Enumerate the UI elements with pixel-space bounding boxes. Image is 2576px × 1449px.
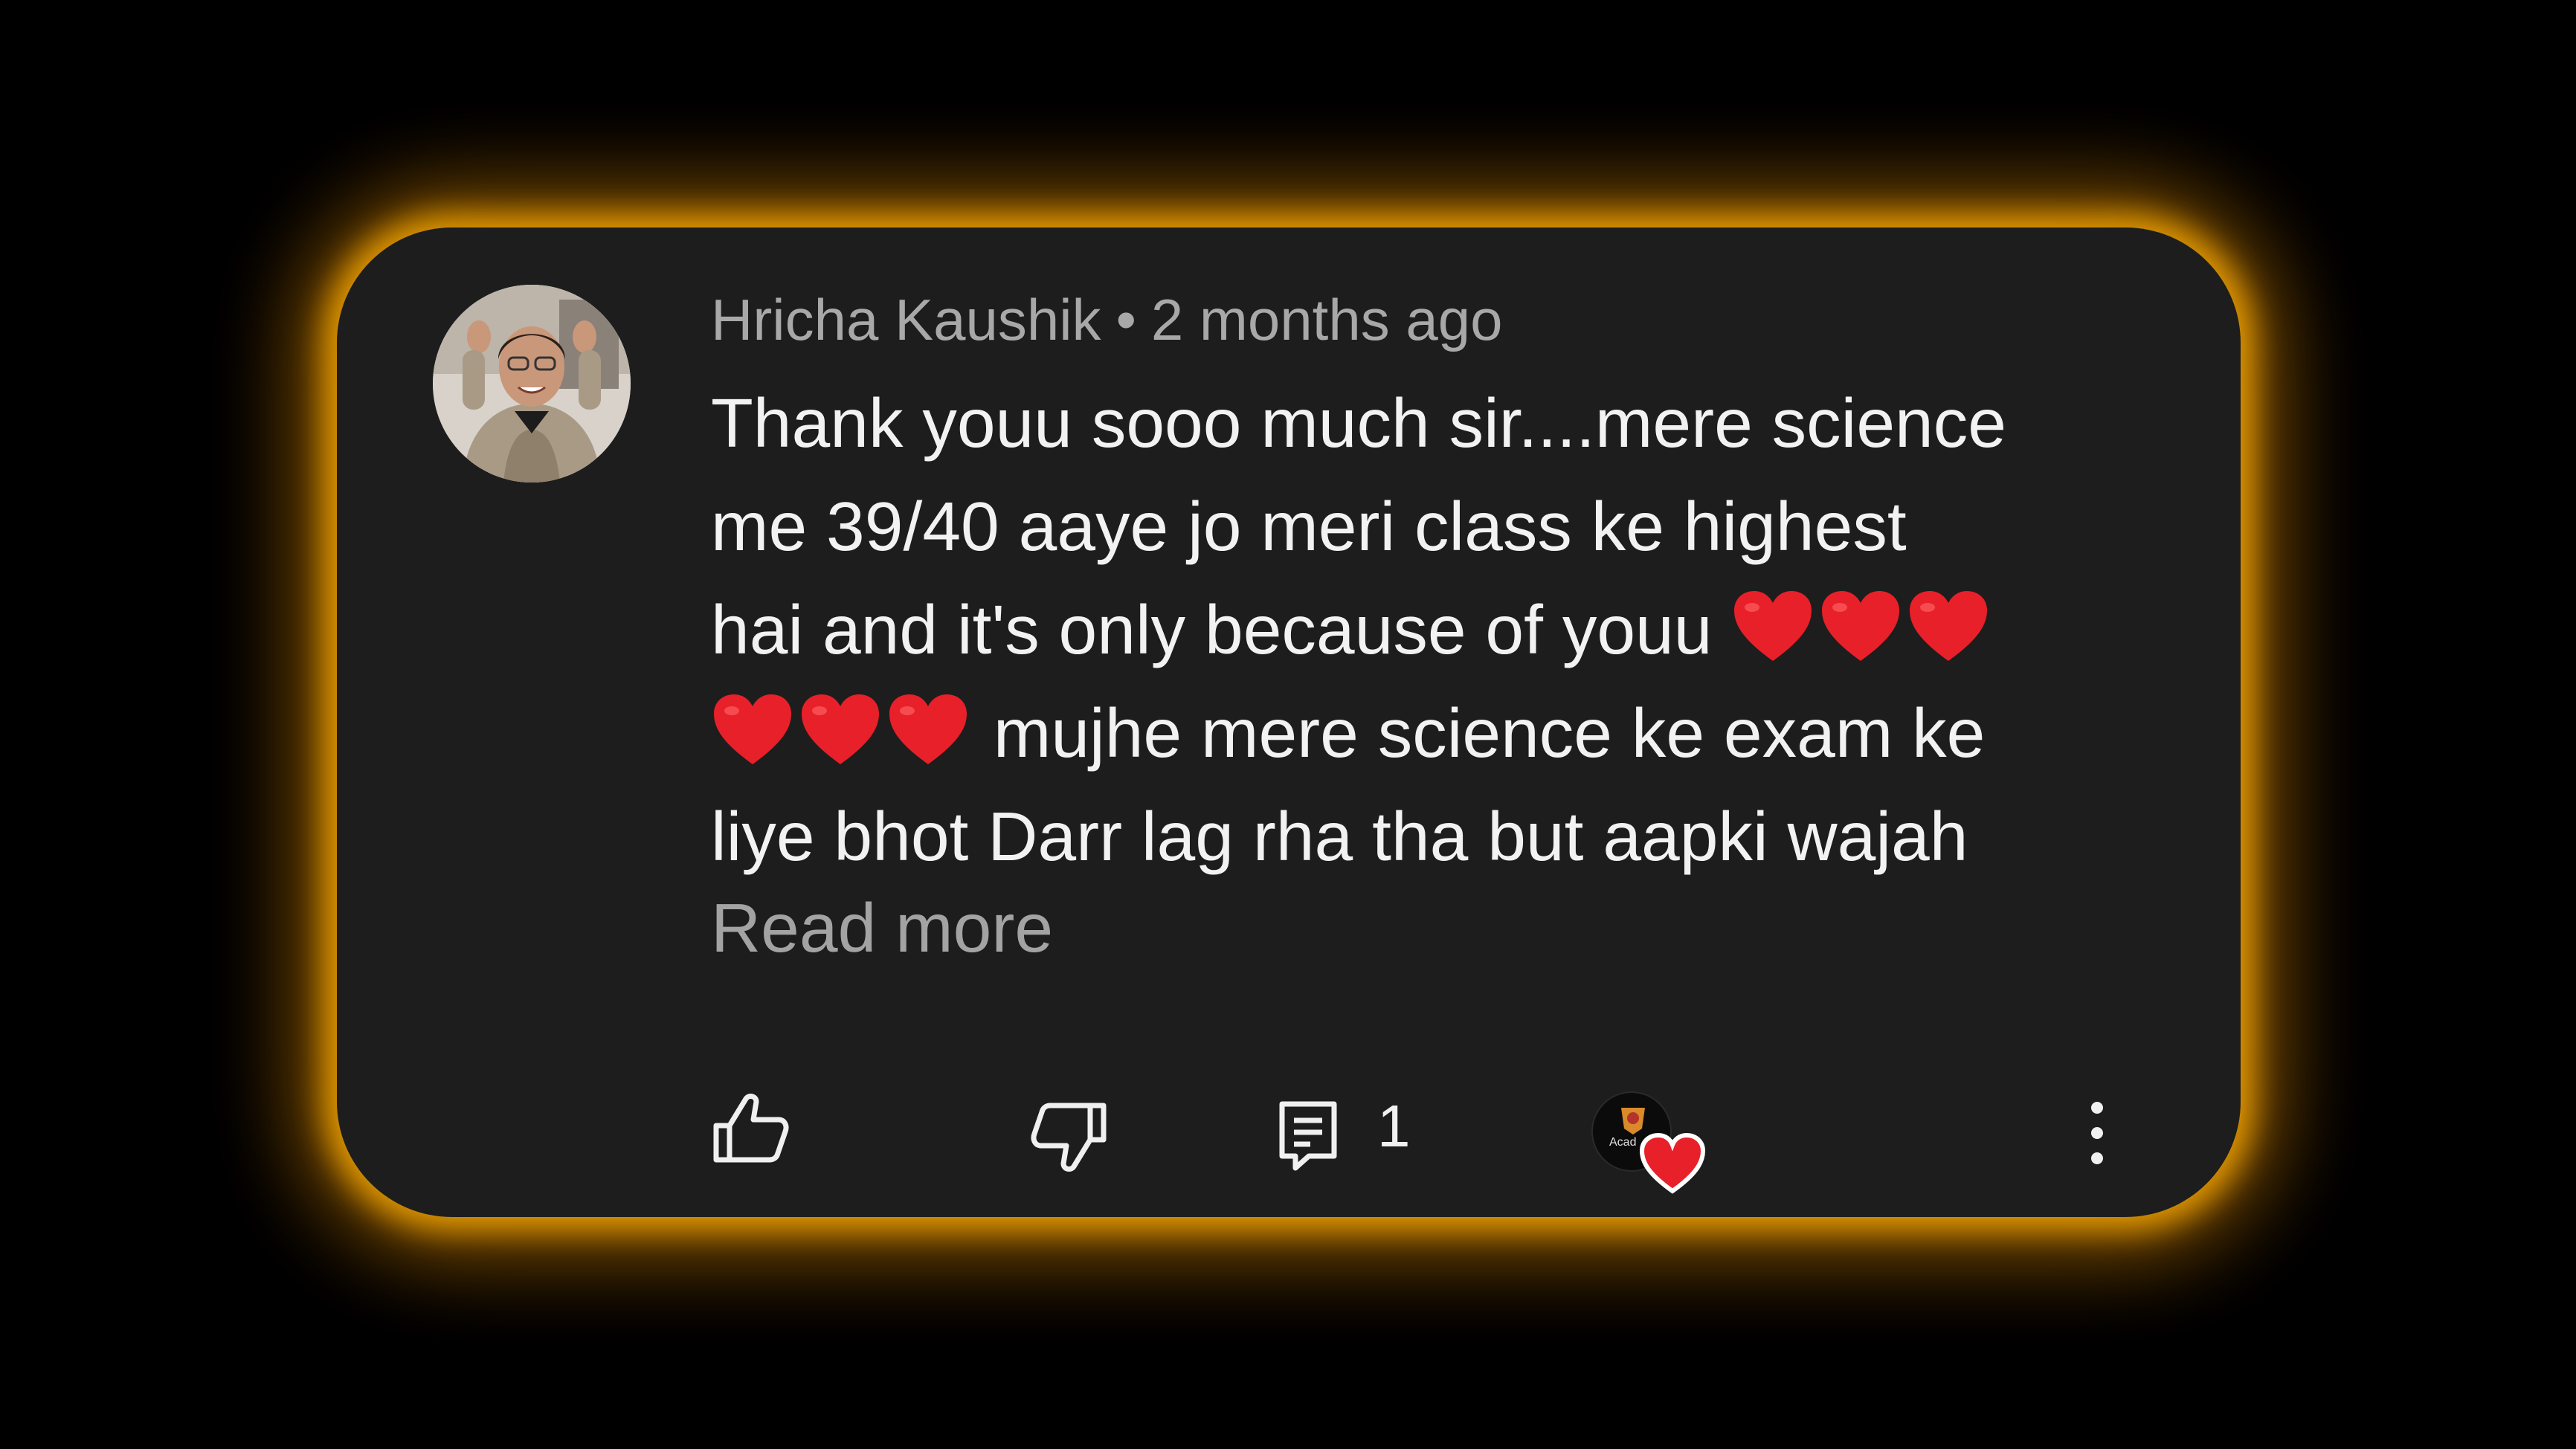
comment-text: Thank youu sooo much sir....mere science… — [711, 372, 2087, 888]
comment-timestamp[interactable]: 2 months ago — [1151, 287, 1503, 352]
heart-emoji-icon — [889, 694, 967, 764]
heart-icon — [1639, 1133, 1706, 1194]
reply-count[interactable]: 1 — [1377, 1089, 1411, 1164]
creator-avatar-text: Acad — [1609, 1136, 1637, 1149]
author-avatar[interactable] — [433, 285, 631, 483]
comment-line: me 39/40 aaye jo meri class ke highest — [711, 488, 1907, 565]
comment-line: Thank youu sooo much sir....mere science — [711, 384, 2006, 462]
more-options-button[interactable] — [2082, 1099, 2112, 1167]
author-name[interactable]: Hricha Kaushik — [711, 287, 1101, 352]
more-vertical-icon — [2091, 1102, 2103, 1164]
avatar-image — [433, 285, 631, 483]
heart-emoji-icon — [1822, 591, 1900, 661]
creator-heart-badge: Acad — [1591, 1091, 1706, 1195]
header-separator: • — [1115, 287, 1136, 352]
reply-icon — [1279, 1101, 1337, 1171]
comment-line-3: hai and it's only because of youu — [711, 578, 2087, 682]
heart-emoji-icon — [802, 694, 879, 764]
heart-emoji-icon — [1734, 591, 1812, 661]
dislike-icon — [1031, 1103, 1107, 1172]
like-icon — [713, 1094, 789, 1163]
comment-line-text: hai and it's only because of youu — [711, 591, 1713, 668]
like-button[interactable] — [710, 1087, 792, 1169]
comment-header: Hricha Kaushik • 2 months ago — [711, 283, 1503, 357]
reply-button[interactable] — [1276, 1098, 1343, 1172]
comment-line-4: mujhe mere science ke exam ke — [711, 682, 2087, 785]
comment-line: liye bhot Darr lag rha tha but aapki waj… — [711, 798, 1968, 875]
heart-emoji-icon — [714, 694, 791, 764]
comment-line-text: mujhe mere science ke exam ke — [993, 694, 1986, 772]
read-more-link[interactable]: Read more — [711, 883, 1053, 972]
dislike-button[interactable] — [1028, 1097, 1110, 1178]
stage: Hricha Kaushik • 2 months ago Thank youu s… — [0, 0, 2576, 1449]
heart-emoji-icon — [1910, 591, 1988, 661]
